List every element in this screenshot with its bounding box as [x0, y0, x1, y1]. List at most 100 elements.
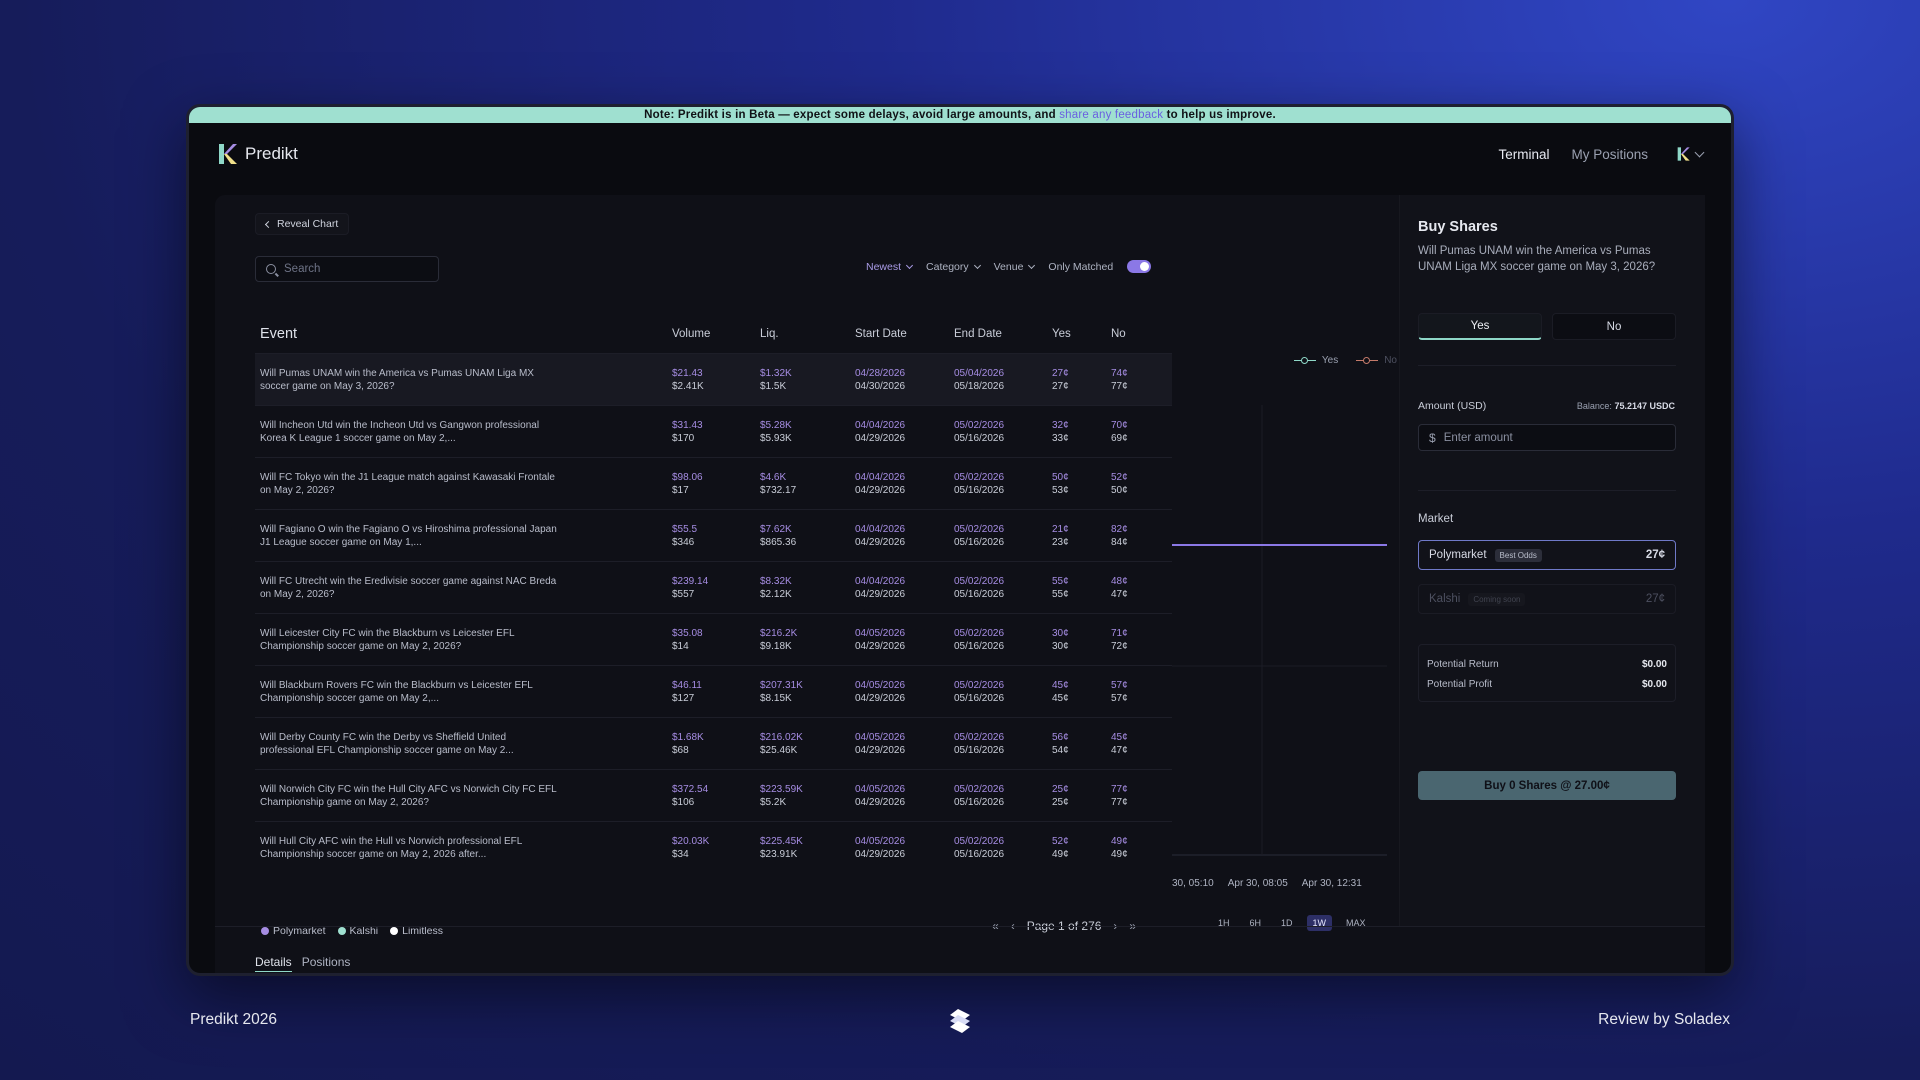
no-kalshi: 77¢	[1111, 796, 1128, 808]
nav-terminal[interactable]: Terminal	[1498, 147, 1549, 162]
timeframe-1w[interactable]: 1W	[1306, 915, 1333, 931]
yes-cell: 50¢ 53¢	[1052, 471, 1111, 497]
amount-input[interactable]	[1443, 431, 1644, 444]
table-row[interactable]: Will Derby County FC win the Derby vs Sh…	[255, 717, 1172, 769]
yes-cell: 45¢ 45¢	[1052, 679, 1111, 705]
yes-polymarket: 21¢	[1052, 523, 1069, 535]
no-button[interactable]: No	[1552, 313, 1676, 340]
tab-positions[interactable]: Positions	[302, 955, 351, 972]
table-row[interactable]: Will Fagiano O win the Fagiano O vs Hiro…	[255, 509, 1172, 561]
order-summary: Potential Return $0.00 Potential Profit $0…	[1418, 644, 1676, 702]
chevron-down-icon	[973, 261, 981, 269]
nav-my-positions[interactable]: My Positions	[1571, 147, 1648, 162]
vol-polymarket: $239.14	[672, 575, 709, 587]
tab-details[interactable]: Details	[255, 955, 292, 972]
buy-shares-button[interactable]: Buy 0 Shares @ 27.00¢	[1418, 771, 1676, 800]
table-row[interactable]: Will FC Tokyo win the J1 League match ag…	[255, 457, 1172, 509]
end-polymarket: 05/02/2026	[954, 419, 1005, 431]
no-kalshi: 47¢	[1111, 744, 1128, 756]
timeframe-1d[interactable]: 1D	[1275, 915, 1299, 931]
yes-cell: 25¢ 25¢	[1052, 783, 1111, 809]
event-cell: Will Incheon Utd win the Incheon Utd vs …	[255, 419, 672, 445]
liq-kalshi: $865.36	[760, 536, 797, 548]
start-kalshi: 04/29/2026	[855, 744, 906, 756]
beta-banner-text: Note: Predikt is in Beta — expect some d…	[644, 109, 1060, 121]
end-kalshi: 05/16/2026	[954, 796, 1005, 808]
end-cell: 05/02/2026 05/16/2026	[954, 835, 1052, 861]
table-row[interactable]: Will Blackburn Rovers FC win the Blackbu…	[255, 665, 1172, 717]
start-polymarket: 04/05/2026	[855, 731, 906, 743]
table-row[interactable]: Will Leicester City FC win the Blackburn…	[255, 613, 1172, 665]
vol-kalshi: $34	[672, 848, 689, 860]
liq-kalshi: $23.91K	[760, 848, 798, 860]
end-kalshi: 05/16/2026	[954, 848, 1005, 860]
only-matched-toggle[interactable]	[1127, 260, 1152, 273]
no-kalshi: 57¢	[1111, 692, 1128, 704]
venue-dropdown[interactable]: Venue	[994, 261, 1036, 273]
sort-dropdown[interactable]: Newest	[866, 261, 914, 273]
timeframe-1h[interactable]: 1H	[1212, 915, 1236, 931]
category-dropdown[interactable]: Category	[926, 261, 981, 273]
kalshi-dot-icon	[337, 927, 346, 935]
no-kalshi: 72¢	[1111, 640, 1128, 652]
x-tick: Apr 30, 12:31	[1301, 878, 1362, 889]
no-cell: 77¢ 77¢	[1111, 783, 1161, 809]
account-menu[interactable]	[1676, 146, 1705, 162]
divider	[1418, 365, 1676, 366]
search-input[interactable]	[284, 263, 424, 275]
vol-cell: $21.43 $2.41K	[672, 367, 760, 393]
liq-cell: $216.02K $25.46K	[760, 731, 855, 757]
search-icon	[266, 264, 276, 274]
header-end-date[interactable]: End Date	[954, 328, 1052, 340]
yes-cell: 27¢ 27¢	[1052, 367, 1111, 393]
chevron-down-icon	[1694, 147, 1705, 158]
price-chart: Yes No 30, 05:10 Apr 30, 08:05 Apr 30, 1…	[1172, 315, 1399, 931]
yes-cell: 30¢ 30¢	[1052, 627, 1111, 653]
amount-label: Amount (USD)	[1418, 400, 1487, 412]
vol-polymarket: $21.43	[672, 367, 703, 379]
vol-polymarket: $372.54	[672, 783, 709, 795]
table-row[interactable]: Will Norwich City FC win the Hull City A…	[255, 769, 1172, 821]
table-row[interactable]: Will Pumas UNAM win the America vs Pumas…	[255, 353, 1172, 405]
yes-polymarket: 45¢	[1052, 679, 1069, 691]
brand-logo[interactable]: Predikt	[217, 142, 298, 166]
no-cell: 74¢ 77¢	[1111, 367, 1161, 393]
no-kalshi: 84¢	[1111, 536, 1128, 548]
timeframe-max[interactable]: MAX	[1340, 915, 1372, 931]
liq-polymarket: $7.62K	[760, 523, 792, 535]
chevron-down-icon	[1028, 261, 1036, 269]
start-kalshi: 04/29/2026	[855, 692, 906, 704]
buy-shares-panel: Buy Shares Will Pumas UNAM win the Ameri…	[1399, 195, 1705, 926]
reveal-chart-button[interactable]: Reveal Chart	[255, 213, 350, 235]
yes-button[interactable]: Yes	[1418, 313, 1542, 340]
start-cell: 04/05/2026 04/29/2026	[855, 783, 954, 809]
start-cell: 04/05/2026 04/29/2026	[855, 679, 954, 705]
liq-cell: $5.28K $5.93K	[760, 419, 855, 445]
vol-cell: $1.68K $68	[672, 731, 760, 757]
start-kalshi: 04/29/2026	[855, 432, 906, 444]
no-kalshi: 69¢	[1111, 432, 1128, 444]
header-event[interactable]: Event	[255, 326, 672, 341]
header-no[interactable]: No	[1111, 328, 1161, 340]
liq-polymarket: $8.32K	[760, 575, 792, 587]
timeframe-6h[interactable]: 6H	[1244, 915, 1268, 931]
header-start-date[interactable]: Start Date	[855, 328, 954, 340]
header-yes[interactable]: Yes	[1052, 328, 1111, 340]
market-option-polymarket[interactable]: Polymarket Best Odds 27¢	[1418, 540, 1676, 570]
liq-kalshi: $8.15K	[760, 692, 792, 704]
header-liquidity[interactable]: Liq.	[760, 328, 855, 340]
liq-kalshi: $1.5K	[760, 380, 787, 392]
nav-links: Terminal My Positions	[1498, 146, 1705, 162]
start-polymarket: 04/04/2026	[855, 575, 906, 587]
event-title: Will Blackburn Rovers FC win the Blackbu…	[260, 679, 533, 704]
table-row[interactable]: Will Incheon Utd win the Incheon Utd vs …	[255, 405, 1172, 457]
header-volume[interactable]: Volume	[672, 328, 760, 340]
x-tick: 30, 05:10	[1172, 878, 1214, 889]
footer-right: Review by Soladex	[1598, 1011, 1730, 1028]
end-kalshi: 05/16/2026	[954, 432, 1005, 444]
feedback-link[interactable]: share any feedback	[1059, 109, 1163, 121]
table-row[interactable]: Will FC Utrecht win the Eredivisie socce…	[255, 561, 1172, 613]
table-row[interactable]: Will Hull City AFC win the Hull vs Norwi…	[255, 821, 1172, 873]
divider	[215, 926, 1705, 927]
end-polymarket: 05/02/2026	[954, 783, 1005, 795]
